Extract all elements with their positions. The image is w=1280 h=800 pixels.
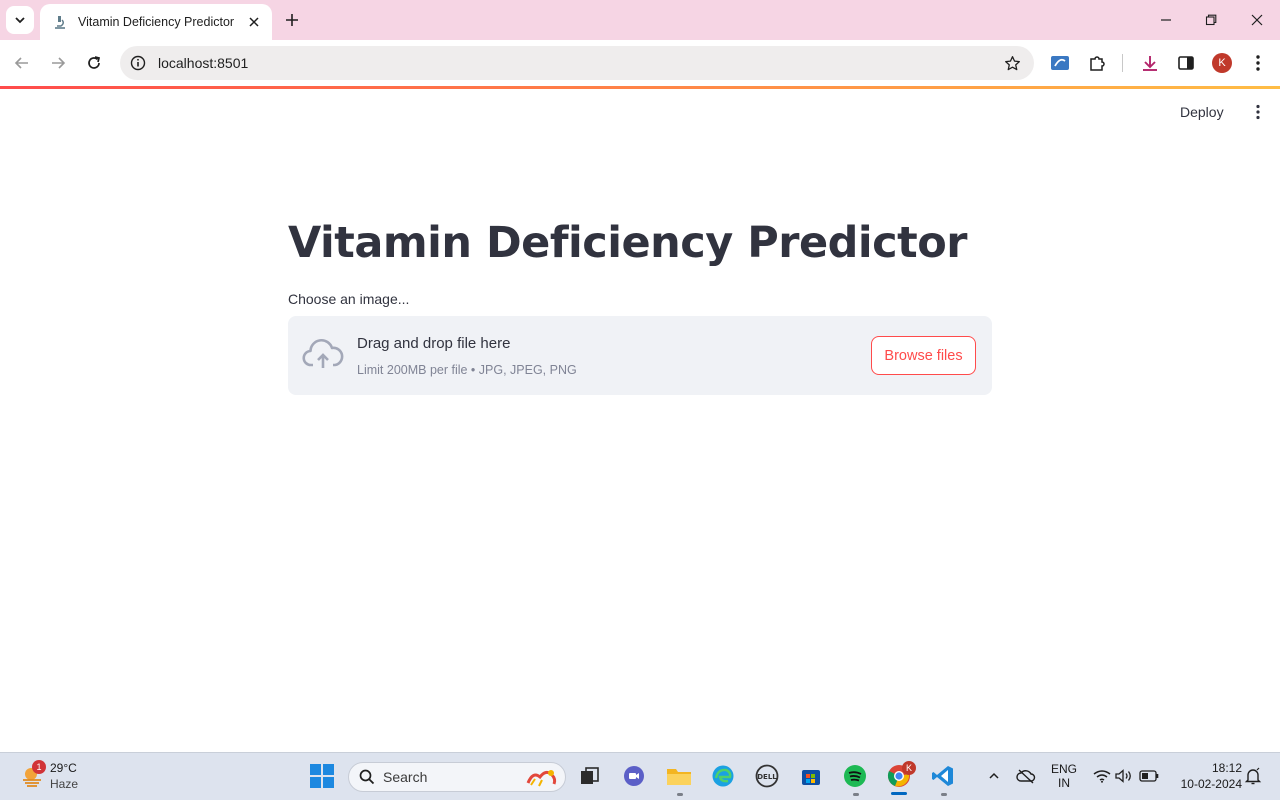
deploy-button[interactable]: Deploy: [1180, 101, 1224, 123]
browser-tab-active[interactable]: Vitamin Deficiency Predictor: [40, 4, 272, 40]
avatar: K: [1212, 53, 1232, 73]
taskbar-search-placeholder: Search: [383, 769, 428, 785]
extension-translate-button[interactable]: [1049, 52, 1071, 74]
kebab-menu-icon: [1256, 104, 1260, 120]
browse-files-button[interactable]: Browse files: [871, 336, 976, 375]
task-view-button[interactable]: [577, 763, 603, 789]
speaker-icon: [1115, 769, 1131, 783]
file-uploader-label: Choose an image...: [288, 291, 410, 307]
translate-extension-icon: [1051, 56, 1069, 70]
app-main-menu-button[interactable]: [1248, 101, 1268, 123]
region-code: IN: [1058, 776, 1070, 790]
star-icon: [1004, 55, 1020, 70]
onedrive-button[interactable]: [1013, 763, 1039, 789]
minimize-icon: [1161, 19, 1171, 21]
forward-button[interactable]: [44, 49, 72, 77]
vscode-icon: [932, 766, 953, 786]
plus-icon: [286, 14, 298, 26]
teams-meet-button[interactable]: [621, 763, 647, 789]
new-tab-button[interactable]: [280, 8, 304, 32]
cloud-upload-icon: [302, 339, 344, 368]
edge-button[interactable]: [710, 763, 736, 789]
windows-start-icon[interactable]: [309, 763, 335, 789]
weather-temperature[interactable]: 29°C: [50, 761, 77, 775]
clock-time: 18:12: [1211, 761, 1242, 775]
tab-search-button[interactable]: [6, 6, 34, 34]
store-icon: [802, 770, 820, 785]
running-indicator: [941, 793, 947, 796]
url-text[interactable]: localhost:8501: [158, 55, 1002, 71]
chevron-up-icon: [989, 772, 999, 779]
dell-icon: DELL: [755, 764, 779, 788]
extensions-button[interactable]: [1086, 52, 1108, 74]
active-app-indicator: [891, 792, 907, 795]
volume-button[interactable]: [1111, 763, 1137, 789]
address-bar[interactable]: localhost:8501: [120, 46, 1034, 80]
language-indicator[interactable]: ENG IN: [1050, 762, 1078, 790]
taskbar-search[interactable]: Search: [348, 762, 566, 792]
arrow-left-icon: [14, 57, 28, 69]
bookmark-button[interactable]: [1002, 53, 1022, 73]
notifications-button[interactable]: [1240, 763, 1266, 789]
spotify-icon: [844, 765, 866, 787]
task-view-icon: [581, 767, 599, 784]
browser-menu-button[interactable]: [1247, 52, 1269, 74]
spotify-button[interactable]: [842, 763, 868, 789]
vscode-button[interactable]: [930, 763, 956, 789]
dropzone-limit-text: Limit 200MB per file • JPG, JPEG, PNG: [357, 363, 577, 377]
side-panel-icon: [1178, 56, 1194, 70]
microscope-icon: [55, 16, 65, 29]
browser-toolbar: localhost:8501 K: [0, 40, 1280, 86]
close-icon: [1251, 14, 1263, 26]
streamlit-decoration-bar: [0, 86, 1280, 89]
side-panel-button[interactable]: [1175, 52, 1197, 74]
video-chat-icon: [624, 766, 644, 786]
tab-title: Vitamin Deficiency Predictor: [78, 15, 235, 29]
weather-notification-badge: 1: [32, 760, 46, 774]
kebab-menu-icon: [1256, 55, 1260, 71]
download-icon: [1143, 56, 1157, 71]
reload-button[interactable]: [80, 49, 108, 77]
weather-condition[interactable]: Haze: [50, 777, 78, 791]
folder-icon: [667, 769, 691, 785]
reload-icon: [88, 56, 101, 69]
restore-button[interactable]: [1196, 6, 1226, 34]
downloads-button[interactable]: [1139, 52, 1161, 74]
chevron-down-icon: [15, 17, 25, 24]
microsoft-store-button[interactable]: [798, 763, 824, 789]
wifi-icon: [1093, 770, 1111, 783]
dell-button[interactable]: DELL: [754, 763, 780, 789]
edge-icon: [712, 765, 734, 787]
profile-button[interactable]: K: [1211, 52, 1233, 74]
svg-text:DELL: DELL: [757, 773, 777, 781]
dropzone-instructions: Drag and drop file here: [357, 335, 511, 352]
file-explorer-button[interactable]: [666, 763, 692, 789]
close-icon: [249, 17, 259, 27]
page-title: Vitamin Deficiency Predictor: [288, 218, 967, 268]
dragon-highlight-icon: [526, 770, 557, 787]
running-indicator: [853, 793, 859, 796]
show-hidden-icons-button[interactable]: [981, 763, 1007, 789]
close-window-button[interactable]: [1242, 6, 1272, 34]
clock-date: 10-02-2024: [1180, 777, 1242, 791]
clock[interactable]: 18:12 10-02-2024: [1168, 761, 1242, 791]
restore-icon: [1205, 14, 1217, 26]
search-icon: [359, 769, 375, 785]
battery-icon: [1139, 770, 1159, 782]
browser-titlebar: Vitamin Deficiency Predictor: [0, 0, 1280, 40]
toolbar-divider: [1122, 54, 1123, 72]
chrome-profile-badge: K: [902, 761, 916, 775]
back-button[interactable]: [8, 49, 36, 77]
tab-close-button[interactable]: [244, 12, 264, 32]
battery-button[interactable]: [1136, 763, 1162, 789]
puzzle-icon: [1090, 56, 1105, 71]
notification-bell-icon: [1244, 767, 1262, 785]
info-icon[interactable]: [130, 55, 146, 71]
language-code: ENG: [1050, 762, 1077, 776]
cloud-offline-icon: [1016, 769, 1036, 784]
arrow-right-icon: [52, 57, 66, 69]
running-indicator: [677, 793, 683, 796]
minimize-button[interactable]: [1151, 6, 1181, 34]
